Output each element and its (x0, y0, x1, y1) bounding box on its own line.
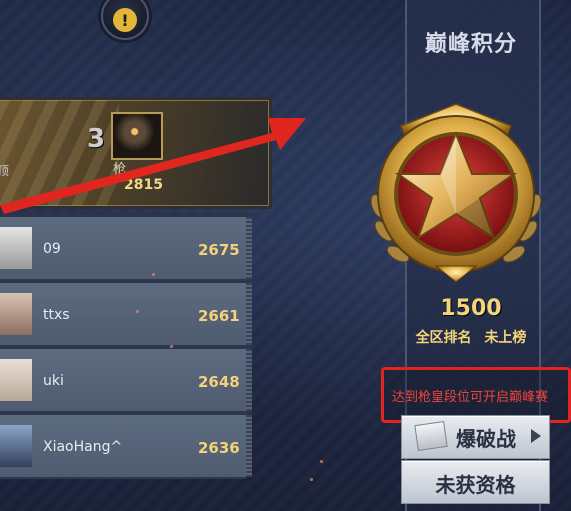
ranked-screen: ! 顶 3 枪 2815 09 2675 ttxs 2661 uki 2648 (0, 0, 571, 511)
ember-particle (320, 460, 323, 463)
ember-particle (152, 273, 155, 276)
ember-particle (310, 478, 313, 481)
ember-particle (136, 310, 139, 313)
ember-particle (170, 345, 173, 348)
red-arrow-annotation (0, 118, 306, 214)
